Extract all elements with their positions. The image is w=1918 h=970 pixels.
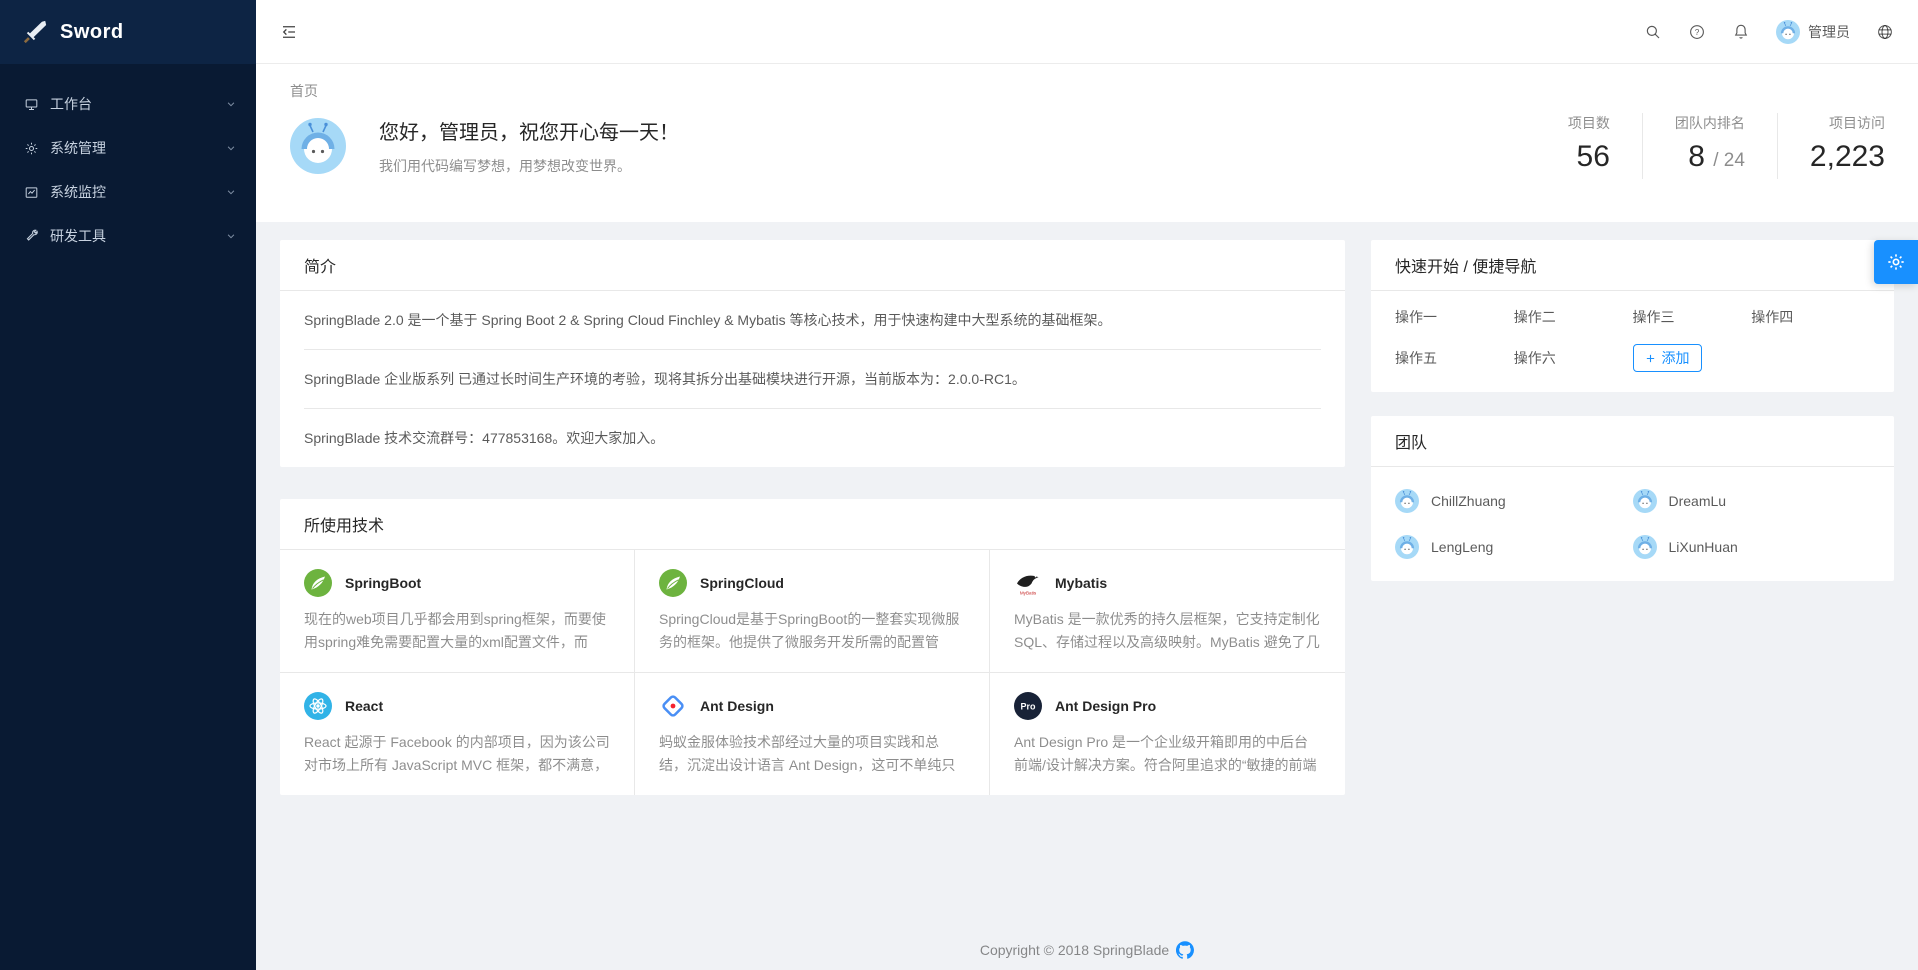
monitor-icon bbox=[24, 97, 39, 112]
svg-text:?: ? bbox=[1695, 28, 1700, 37]
springboot-icon bbox=[304, 569, 332, 597]
menu-fold-icon[interactable] bbox=[280, 23, 298, 41]
mybatis-icon bbox=[1014, 569, 1042, 597]
breadcrumb[interactable]: 首页 bbox=[256, 64, 1918, 101]
globe-icon[interactable] bbox=[1876, 23, 1894, 41]
theme-settings-button[interactable] bbox=[1874, 240, 1918, 284]
stat-project-visits: 项目访问 2,223 bbox=[1777, 113, 1885, 179]
avatar bbox=[1395, 535, 1419, 559]
github-icon[interactable] bbox=[1176, 941, 1194, 959]
top-header: ? 管理员 bbox=[256, 0, 1918, 64]
intro-card-title: 简介 bbox=[280, 240, 1345, 291]
team-member[interactable]: DreamLu bbox=[1633, 489, 1871, 513]
quick-link-2[interactable]: 操作二 bbox=[1514, 307, 1633, 327]
springcloud-icon bbox=[659, 569, 687, 597]
sidebar-item-label: 系统管理 bbox=[50, 138, 215, 158]
quick-link-5[interactable]: 操作五 bbox=[1395, 348, 1514, 368]
stat-projects: 项目数 56 bbox=[1536, 113, 1642, 179]
search-icon[interactable] bbox=[1644, 23, 1662, 41]
intro-item: SpringBlade 技术交流群号：477853168。欢迎大家加入。 bbox=[304, 409, 1321, 467]
chart-icon bbox=[24, 185, 39, 200]
tech-item-ant-design: Ant Design 蚂蚁金服体验技术部经过大量的项目实践和总结，沉淀出设计语言… bbox=[635, 673, 990, 795]
avatar bbox=[1633, 489, 1657, 513]
quick-link-1[interactable]: 操作一 bbox=[1395, 307, 1514, 327]
gear-icon bbox=[1886, 252, 1906, 272]
sidebar-item-label: 工作台 bbox=[50, 94, 215, 114]
chevron-down-icon bbox=[226, 143, 236, 153]
quick-link-3[interactable]: 操作三 bbox=[1633, 307, 1752, 327]
sidebar-item-system-management[interactable]: 系统管理 bbox=[0, 126, 256, 170]
plus-icon bbox=[1645, 353, 1656, 364]
sidebar: Sword 工作台 bbox=[0, 0, 256, 970]
sidebar-menu: 工作台 系统管理 bbox=[0, 64, 256, 258]
stats-row: 项目数 56 团队内排名 8 / 24 项目访问 2,223 bbox=[1536, 113, 1885, 179]
chevron-down-icon bbox=[226, 231, 236, 241]
stat-team-rank: 团队内排名 8 / 24 bbox=[1642, 113, 1777, 179]
sidebar-item-label: 研发工具 bbox=[50, 226, 215, 246]
team-card-title: 团队 bbox=[1371, 416, 1894, 467]
ant-design-pro-icon bbox=[1014, 692, 1042, 720]
avatar bbox=[1633, 535, 1657, 559]
sidebar-item-workbench[interactable]: 工作台 bbox=[0, 82, 256, 126]
team-member[interactable]: LengLeng bbox=[1395, 535, 1633, 559]
tech-item-ant-design-pro: Ant Design Pro Ant Design Pro 是一个企业级开箱即用… bbox=[990, 673, 1345, 795]
gear-icon bbox=[24, 141, 39, 156]
intro-item: SpringBlade 2.0 是一个基于 Spring Boot 2 & Sp… bbox=[304, 291, 1321, 350]
user-name: 管理员 bbox=[1808, 22, 1850, 42]
quick-start-card: 快速开始 / 便捷导航 操作一 操作二 操作三 操作四 操作五 操作六 添加 bbox=[1371, 240, 1894, 392]
question-icon[interactable]: ? bbox=[1688, 23, 1706, 41]
user-menu[interactable]: 管理员 bbox=[1776, 20, 1850, 44]
ant-design-icon bbox=[659, 692, 687, 720]
quick-start-title: 快速开始 / 便捷导航 bbox=[1371, 240, 1894, 291]
team-card: 团队 ChillZhuang DreamLu LengLeng bbox=[1371, 416, 1894, 581]
quick-link-6[interactable]: 操作六 bbox=[1514, 348, 1633, 368]
sidebar-item-dev-tools[interactable]: 研发工具 bbox=[0, 214, 256, 258]
greeting-text: 您好，管理员，祝您开心每一天！ bbox=[379, 116, 1536, 145]
page-header-band: 首页 您好，管理员，祝您开心每一天！ 我们用代码编写梦想，用梦想改变世界。 项目… bbox=[256, 64, 1918, 222]
avatar bbox=[1395, 489, 1419, 513]
welcome-subtitle: 我们用代码编写梦想，用梦想改变世界。 bbox=[379, 156, 1536, 176]
app-title: Sword bbox=[60, 21, 124, 44]
tech-card: 所使用技术 SpringBoot 现在的web项目几乎都会用到spring框架，… bbox=[280, 499, 1345, 795]
intro-item: SpringBlade 企业版系列 已通过长时间生产环境的考验，现将其拆分出基础… bbox=[304, 350, 1321, 409]
copyright-text: Copyright © 2018 SpringBlade bbox=[980, 942, 1169, 958]
app-logo[interactable]: Sword bbox=[0, 0, 256, 64]
tech-item-springboot: SpringBoot 现在的web项目几乎都会用到spring框架，而要使用sp… bbox=[280, 550, 635, 673]
intro-card: 简介 SpringBlade 2.0 是一个基于 Spring Boot 2 &… bbox=[280, 240, 1345, 467]
dashboard-page: Sword 工作台 bbox=[0, 0, 1918, 970]
quick-link-4[interactable]: 操作四 bbox=[1751, 307, 1870, 327]
avatar bbox=[290, 118, 346, 174]
sword-icon bbox=[22, 19, 48, 45]
main-content: 简介 SpringBlade 2.0 是一个基于 Spring Boot 2 &… bbox=[256, 222, 1918, 970]
bell-icon[interactable] bbox=[1732, 23, 1750, 41]
footer: Copyright © 2018 SpringBlade bbox=[256, 941, 1918, 959]
sidebar-item-label: 系统监控 bbox=[50, 182, 215, 202]
react-icon bbox=[304, 692, 332, 720]
welcome-row: 您好，管理员，祝您开心每一天！ 我们用代码编写梦想，用梦想改变世界。 项目数 5… bbox=[256, 101, 1918, 179]
team-member[interactable]: LiXunHuan bbox=[1633, 535, 1871, 559]
team-member[interactable]: ChillZhuang bbox=[1395, 489, 1633, 513]
chevron-down-icon bbox=[226, 187, 236, 197]
tech-item-mybatis: Mybatis MyBatis 是一款优秀的持久层框架，它支持定制化 SQL、存… bbox=[990, 550, 1345, 673]
avatar bbox=[1776, 20, 1800, 44]
tech-card-title: 所使用技术 bbox=[280, 499, 1345, 550]
add-button[interactable]: 添加 bbox=[1633, 344, 1702, 372]
chevron-down-icon bbox=[226, 99, 236, 109]
wrench-icon bbox=[24, 229, 39, 244]
sidebar-item-system-monitor[interactable]: 系统监控 bbox=[0, 170, 256, 214]
tech-item-springcloud: SpringCloud SpringCloud是基于SpringBoot的一整套… bbox=[635, 550, 990, 673]
tech-item-react: React React 起源于 Facebook 的内部项目，因为该公司对市场上… bbox=[280, 673, 635, 795]
